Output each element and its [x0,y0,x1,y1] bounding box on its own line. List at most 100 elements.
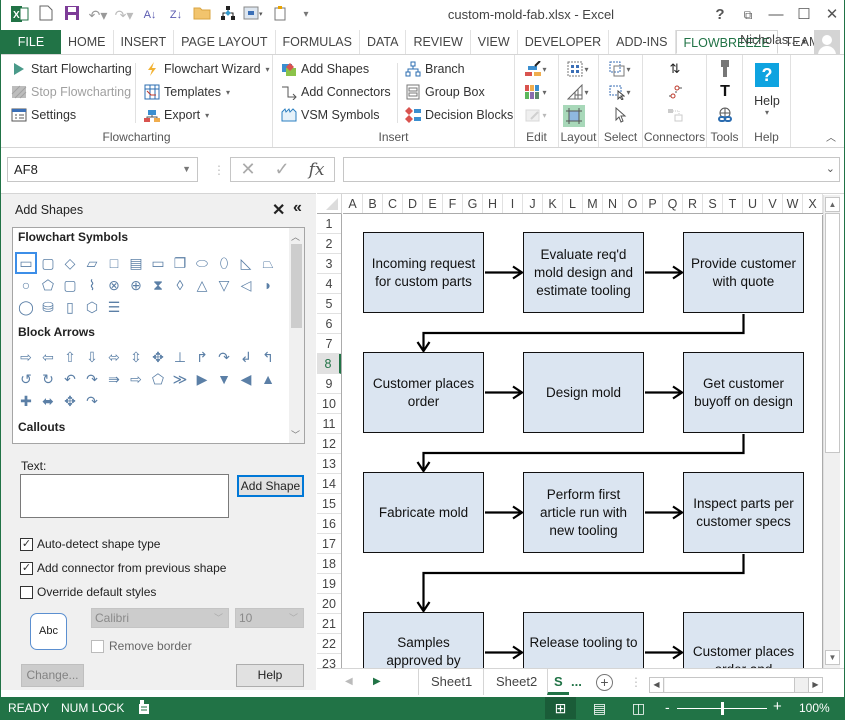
flowchart-symbol-icon[interactable]: ⬡ [83,298,101,316]
column-header[interactable]: E [423,194,443,213]
connector-line[interactable] [422,434,745,471]
connection-point-button[interactable] [660,82,690,102]
new-file-icon[interactable] [33,5,59,25]
block-arrow-icon[interactable]: ⇦ [39,348,57,366]
flowchart-process-box[interactable]: Customer places order [363,352,484,433]
snap-to-grid-button[interactable] [563,105,585,127]
color-scheme-button[interactable]: ▾ [521,82,551,102]
flowchart-process-box[interactable]: Provide customer with quote [683,232,804,313]
tab-home[interactable]: HOME [61,30,114,54]
row-header[interactable]: 14 [317,474,341,494]
name-box[interactable]: AF8 ▼ [7,157,198,182]
column-header[interactable]: Q [663,194,683,213]
block-arrow-icon[interactable]: ✥ [149,348,167,366]
row-header[interactable]: 13 [317,454,341,474]
font-select[interactable]: Calibri ﹀ [91,608,229,628]
flowchart-symbol-icon[interactable]: ▭ [149,254,167,272]
column-header[interactable]: X [803,194,823,213]
zoom-out-icon[interactable]: - [665,699,670,715]
column-header[interactable]: O [623,194,643,213]
column-header[interactable]: R [683,194,703,213]
enter-icon[interactable]: ✓ [275,159,290,180]
select-group-button[interactable]: ▾ [605,59,635,79]
block-arrow-icon[interactable]: ✚ [17,392,35,410]
help-icon[interactable]: ? [706,2,734,28]
block-arrow-icon[interactable]: ⬌ [39,392,57,410]
license-key-button[interactable] [710,59,740,79]
flowchart-symbol-icon[interactable]: ◺ [237,254,255,272]
text-tool-button[interactable]: T [710,82,740,102]
row-header[interactable]: 9 [317,374,341,394]
block-arrow-icon[interactable]: ⇨ [127,370,145,388]
block-arrow-icon[interactable]: ⬠ [149,370,167,388]
column-header[interactable]: C [383,194,403,213]
flowchart-process-box[interactable]: Incoming request for custom parts [363,232,484,313]
flowchart-symbol-icon[interactable]: ⬭ [193,254,211,272]
select-all-button[interactable] [317,194,342,214]
scroll-thumb[interactable] [291,244,302,328]
vsm-symbols-button[interactable]: VSM Symbols [281,107,380,123]
column-header[interactable]: K [543,194,563,213]
row-header[interactable]: 2 [317,234,341,254]
ribbon-display-icon[interactable]: ⧉ [734,2,762,28]
zoom-slider[interactable] [677,702,767,715]
scroll-thumb[interactable] [825,213,840,453]
flowchart-symbol-icon[interactable]: ▽ [215,276,233,294]
block-arrow-icon[interactable]: ▼ [215,370,233,388]
normal-view-icon[interactable]: ⊞ [545,697,576,719]
block-arrow-icon[interactable]: ↷ [83,370,101,388]
flowchart-symbol-icon[interactable]: ☰ [105,298,123,316]
block-arrow-icon[interactable]: ↰ [259,348,277,366]
block-arrow-icon[interactable]: ↺ [17,370,35,388]
column-header[interactable]: V [763,194,783,213]
block-arrow-icon[interactable]: ↶ [61,370,79,388]
formula-input[interactable]: ⌄ [343,157,840,182]
scroll-up-icon[interactable]: ▲ [825,197,840,212]
collapse-pane-icon[interactable]: « [293,199,302,217]
block-arrow-icon[interactable]: ⬄ [105,348,123,366]
paste-icon[interactable] [267,5,293,25]
remove-border-checkbox[interactable]: Remove border [91,639,192,653]
column-header[interactable]: M [583,194,603,213]
row-header[interactable]: 7 [317,334,341,354]
flowchart-process-box[interactable]: Design mold [523,352,644,433]
flowchart-process-box[interactable]: Fabricate mold [363,472,484,553]
templates-button[interactable]: Templates ▾ [144,84,230,100]
row-header[interactable]: 6 [317,314,341,334]
pointer-button[interactable] [605,105,635,125]
tab-file[interactable]: FILE [1,30,61,54]
tab-splitter[interactable]: ⋮ [630,675,642,689]
sheet-tab-sheet1[interactable]: Sheet1 [418,669,484,695]
add-connectors-button[interactable]: Add Connectors [281,84,391,101]
column-header[interactable]: N [603,194,623,213]
row-header[interactable]: 11 [317,414,341,434]
block-arrow-icon[interactable]: ⇩ [83,348,101,366]
row-header[interactable]: 21 [317,614,341,634]
select-shapes-button[interactable]: ▾ [605,82,635,102]
checkbox-checked-icon[interactable]: ✓ [20,561,33,575]
block-arrow-icon[interactable]: ⇛ [105,370,123,388]
column-header[interactable]: D [403,194,423,213]
block-arrow-icon[interactable]: ▲ [259,370,277,388]
gallery-scrollbar[interactable]: ︿ ﹀ [289,228,304,443]
chevron-down-icon[interactable]: ▼ [182,158,191,181]
scroll-right-icon[interactable]: ▶ [808,678,822,692]
row-header[interactable]: 20 [317,594,341,614]
flowchart-symbol-icon[interactable]: ◯ [17,298,35,316]
flowchart-symbol-icon[interactable]: □ [105,254,123,272]
auto-detect-checkbox[interactable]: ✓ Auto-detect shape type [20,537,160,551]
undo-icon[interactable]: ↶▾ [85,5,111,25]
flowchart-process-box[interactable]: Evaluate req'd mold design and estimate … [523,232,644,313]
column-header[interactable]: I [503,194,523,213]
tab-formulas[interactable]: FORMULAS [276,30,360,54]
flowchart-symbol-icon[interactable]: ▤ [127,254,145,272]
flip-connector-button[interactable]: ⇅ [660,59,690,79]
tab-view[interactable]: VIEW [471,30,518,54]
decision-blocks-button[interactable]: Decision Blocks [405,107,513,123]
add-connector-checkbox[interactable]: ✓ Add connector from previous shape [20,561,226,575]
excel-logo-icon[interactable]: X [7,5,33,25]
cancel-icon[interactable]: ✕ [240,159,255,180]
group-box-button[interactable]: Group Box [405,84,485,100]
flowchart-process-box[interactable]: Perform first article run with new tooli… [523,472,644,553]
flowchart-symbol-icon[interactable]: ❐ [171,254,189,272]
